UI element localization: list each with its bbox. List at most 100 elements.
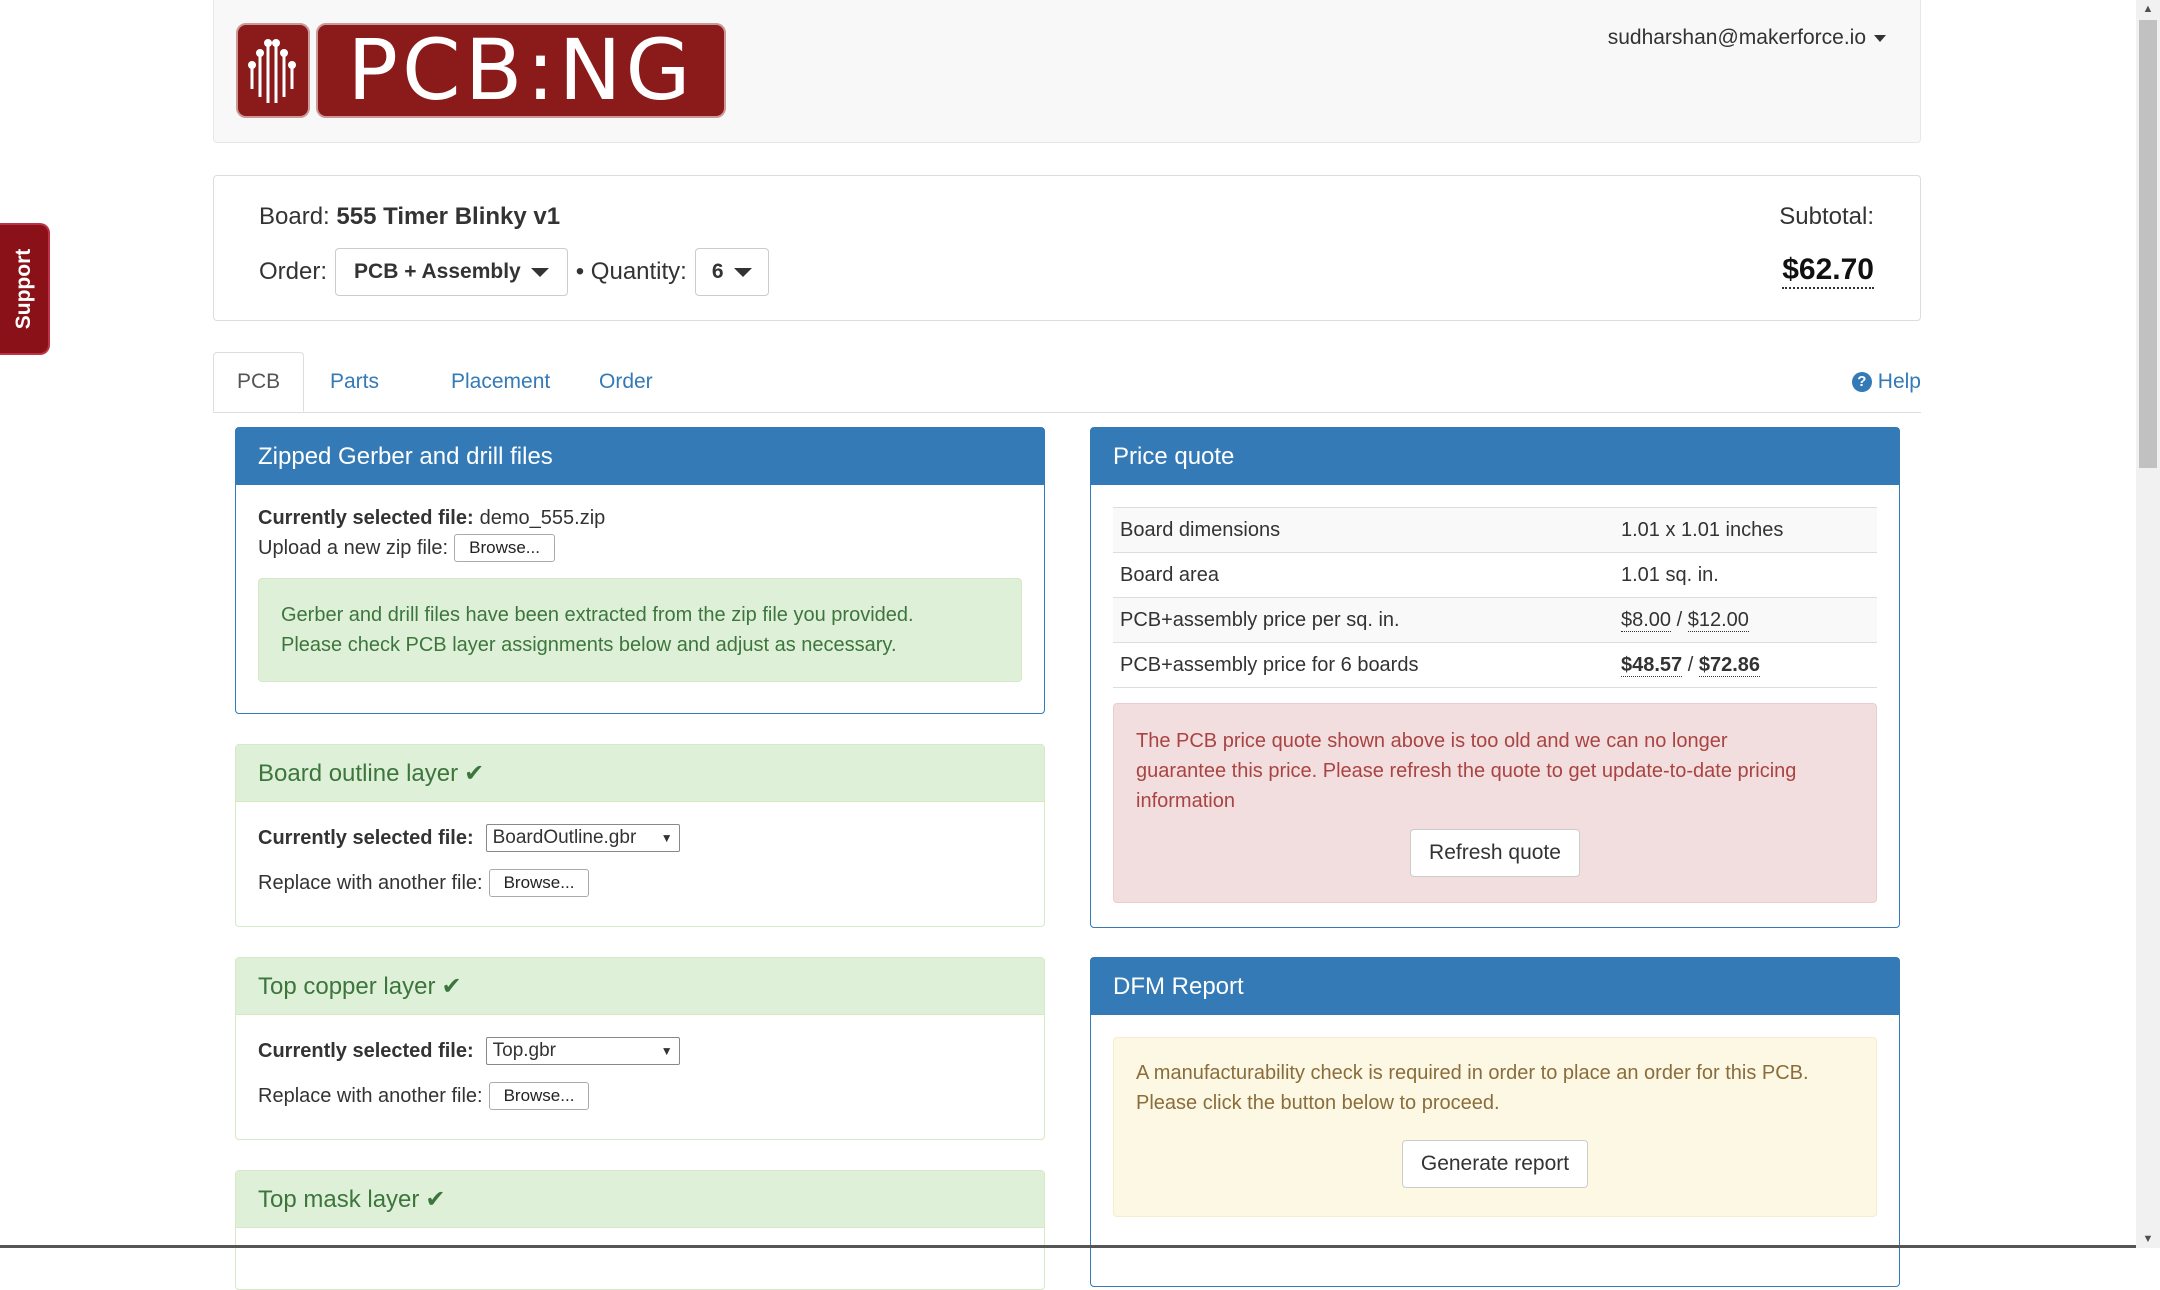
subtotal-label: Subtotal:: [1779, 203, 1874, 230]
user-email: sudharshan@makerforce.io: [1607, 26, 1866, 49]
top-copper-layer-panel: Top copper layer ✔ Currently selected fil…: [235, 957, 1045, 1140]
gerber-panel: Zipped Gerber and drill files Currently …: [235, 427, 1045, 714]
board-outline-layer-panel: Board outline layer ✔ Currently selected …: [235, 744, 1045, 927]
caret-down-icon: ▼: [660, 1044, 673, 1058]
quote-label-board-dimensions: Board dimensions: [1113, 507, 1614, 553]
board-outline-browse-button[interactable]: Browse...: [488, 869, 590, 897]
gerber-selected-row: Currently selected file: demo_555.zip: [258, 503, 1022, 533]
quote-value-price-per-sq-in: $8.00 / $12.00: [1614, 597, 1877, 643]
caret-down-icon: [1874, 34, 1886, 42]
dfm-report-panel: DFM Report A manufacturability check is …: [1090, 957, 1900, 1287]
gerber-upload-row: Upload a new zip file: Browse...: [258, 533, 1022, 563]
board-outline-selected-label: Currently selected file:: [258, 826, 474, 849]
top-copper-layer-title: Top copper layer: [258, 973, 436, 1000]
price-per-sq-in-b[interactable]: $12.00: [1687, 608, 1749, 632]
table-row: PCB+assembly price per sq. in. $8.00 / $…: [1113, 597, 1877, 643]
logo-wordmark: PCB:NG: [316, 23, 726, 118]
top-copper-selected-row: Currently selected file: Top.gbr ▼: [258, 1035, 1022, 1067]
dfm-alert-line1: A manufacturability check is required in…: [1136, 1062, 1809, 1084]
pcbng-logo[interactable]: PCB:NG: [236, 23, 726, 118]
scroll-down-icon[interactable]: ▼: [2136, 1230, 2160, 1248]
board-summary-panel: Board: 555 Timer Blinky v1 Order: PCB + …: [213, 175, 1921, 321]
quantity-value: 6: [711, 260, 724, 283]
quote-alert-line3: information: [1136, 790, 1235, 812]
support-tab[interactable]: Support: [0, 225, 48, 353]
order-type-value: PCB + Assembly: [354, 260, 521, 283]
scroll-up-icon[interactable]: ▲: [2136, 0, 2160, 18]
navbar: PCB:NG sudharshan@makerforce.io: [213, 0, 1921, 143]
price-separator: /: [1671, 608, 1688, 631]
table-row: Board area 1.01 sq. in.: [1113, 552, 1877, 598]
support-label: Support: [12, 248, 35, 330]
board-outline-layer-title: Board outline layer: [258, 760, 459, 787]
quote-label-price-per-sq-in: PCB+assembly price per sq. in.: [1113, 597, 1614, 643]
quantity-label: • Quantity:: [575, 258, 687, 285]
check-icon: ✔: [441, 973, 462, 1000]
board-outline-layer-heading: Board outline layer ✔: [236, 745, 1044, 802]
gerber-alert-line1: Gerber and drill files have been extract…: [281, 604, 914, 626]
help-link[interactable]: ? Help: [1851, 370, 1921, 394]
check-icon: ✔: [464, 760, 485, 787]
gerber-selected-value: demo_555.zip: [479, 506, 606, 529]
quote-alert-line1: The PCB price quote shown above is too o…: [1136, 730, 1728, 752]
gerber-panel-title: Zipped Gerber and drill files: [236, 428, 1044, 485]
gerber-alert-line2: Please check PCB layer assignments below…: [281, 634, 897, 656]
top-copper-browse-button[interactable]: Browse...: [488, 1082, 590, 1110]
price-total-a[interactable]: $48.57: [1621, 653, 1683, 677]
dfm-warning-alert: A manufacturability check is required in…: [1113, 1037, 1877, 1217]
tab-pcb[interactable]: PCB: [213, 352, 305, 412]
board-outline-replace-label: Replace with another file:: [258, 871, 483, 894]
user-menu[interactable]: sudharshan@makerforce.io: [1608, 26, 1886, 50]
gerber-browse-button[interactable]: Browse...: [454, 534, 555, 562]
board-line: Board: 555 Timer Blinky v1: [259, 203, 560, 231]
dfm-alert-line2: Please click the button below to proceed…: [1136, 1092, 1500, 1114]
caret-down-icon: [530, 267, 549, 277]
caret-down-icon: [733, 267, 752, 277]
top-copper-file-select[interactable]: Top.gbr ▼: [485, 1037, 680, 1065]
price-quote-panel: Price quote Board dimensions 1.01 x 1.01…: [1090, 427, 1900, 928]
tab-placement[interactable]: Placement: [428, 352, 573, 412]
top-copper-selected-label: Currently selected file:: [258, 1039, 474, 1062]
quote-value-board-dimensions: 1.01 x 1.01 inches: [1614, 507, 1877, 553]
quote-label-board-area: Board area: [1113, 552, 1614, 598]
quote-label-price-total: PCB+assembly price for 6 boards: [1113, 642, 1614, 688]
scrollbar-thumb[interactable]: [2139, 20, 2157, 468]
logo-mark-icon: [236, 23, 310, 118]
quote-value-price-total: $48.57 / $72.86: [1614, 642, 1877, 688]
vertical-scrollbar[interactable]: ▲ ▼: [2136, 0, 2160, 1248]
quote-expired-alert: The PCB price quote shown above is too o…: [1113, 703, 1877, 903]
board-outline-selected-row: Currently selected file: BoardOutline.gb…: [258, 822, 1022, 854]
top-copper-replace-label: Replace with another file:: [258, 1084, 483, 1107]
gerber-upload-label: Upload a new zip file:: [258, 536, 449, 559]
board-label: Board:: [259, 203, 330, 230]
gerber-selected-label: Currently selected file:: [258, 506, 474, 529]
dfm-report-title: DFM Report: [1091, 958, 1899, 1015]
help-icon: ?: [1851, 372, 1872, 392]
order-type-dropdown[interactable]: PCB + Assembly: [335, 248, 568, 296]
order-label: Order:: [259, 258, 328, 285]
top-mask-layer-heading: Top mask layer ✔: [236, 1171, 1044, 1228]
board-name: 555 Timer Blinky v1: [336, 203, 561, 230]
table-row: PCB+assembly price for 6 boards $48.57 /…: [1113, 642, 1877, 688]
refresh-quote-button[interactable]: Refresh quote: [1410, 829, 1580, 877]
top-copper-replace-row: Replace with another file: Browse...: [258, 1080, 1022, 1112]
board-outline-file-value: BoardOutline.gbr: [492, 827, 637, 848]
top-mask-layer-title: Top mask layer: [258, 1186, 420, 1213]
tab-order[interactable]: Order: [576, 352, 676, 412]
price-total-b[interactable]: $72.86: [1698, 653, 1761, 677]
quote-alert-line2: guarantee this price. Please refresh the…: [1136, 760, 1797, 782]
board-outline-replace-row: Replace with another file: Browse...: [258, 867, 1022, 899]
help-label: Help: [1877, 370, 1921, 393]
price-quote-table: Board dimensions 1.01 x 1.01 inches Boar…: [1113, 507, 1877, 688]
tab-bar: PCB Parts Placement Order ? Help: [213, 352, 1921, 413]
price-per-sq-in-a[interactable]: $8.00: [1621, 608, 1672, 632]
caret-down-icon: ▼: [660, 831, 673, 845]
price-separator: /: [1682, 653, 1699, 676]
table-row: Board dimensions 1.01 x 1.01 inches: [1113, 507, 1877, 553]
board-outline-file-select[interactable]: BoardOutline.gbr ▼: [485, 824, 680, 852]
quantity-dropdown[interactable]: 6: [694, 248, 769, 296]
subtotal-value[interactable]: $62.70: [1782, 253, 1874, 289]
generate-report-button[interactable]: Generate report: [1401, 1140, 1589, 1188]
tab-parts[interactable]: Parts: [307, 352, 402, 412]
top-mask-layer-panel: Top mask layer ✔: [235, 1170, 1045, 1290]
